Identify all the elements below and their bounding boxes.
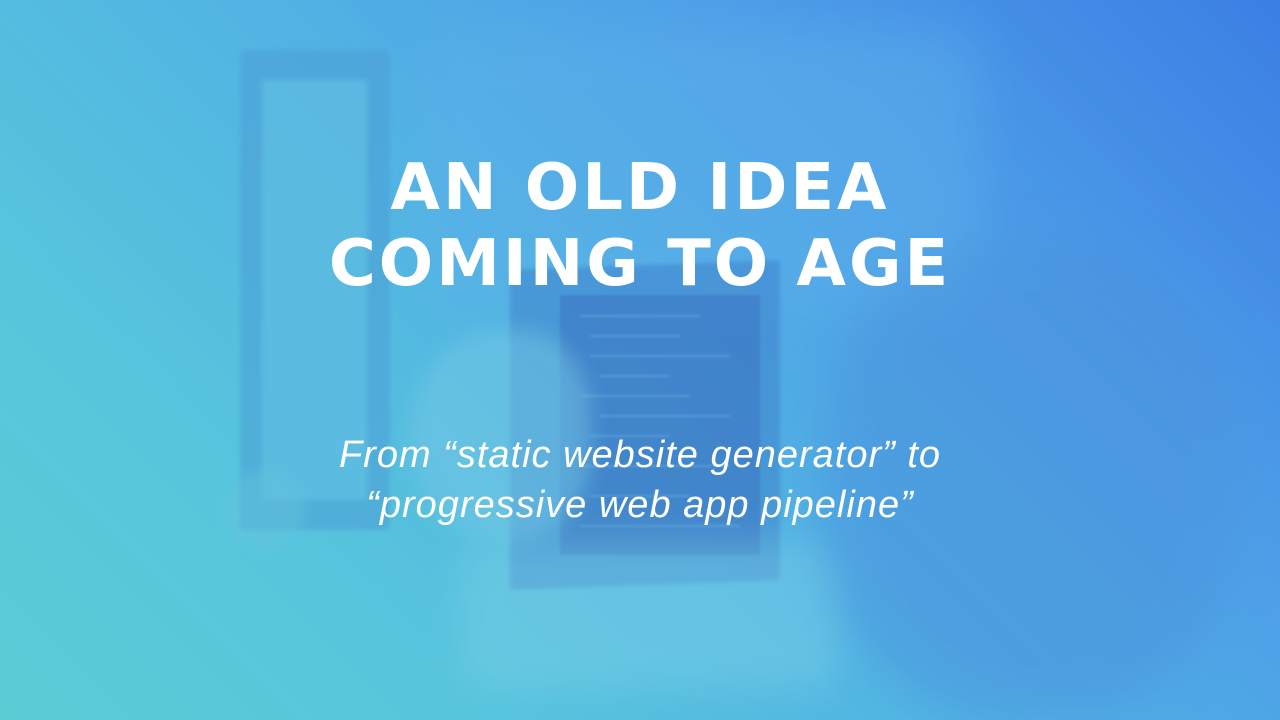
slide-subtitle-line-2: “progressive web app pipeline” [366,484,914,526]
code-line [590,355,730,357]
slide: AN OLD IDEA COMING TO AGE From “static w… [0,0,1280,720]
code-line [580,315,700,317]
code-line [590,335,680,337]
slide-title: AN OLD IDEA COMING TO AGE [0,150,1280,302]
slide-title-line-1: AN OLD IDEA [390,151,890,225]
background-keyboard [460,540,840,690]
code-line [600,375,670,377]
slide-subtitle-line-1: From “static website generator” to [338,434,942,476]
code-line [600,415,730,417]
slide-subtitle: From “static website generator” to “prog… [0,430,1280,530]
code-line [580,395,690,397]
slide-title-line-2: COMING TO AGE [328,227,952,301]
